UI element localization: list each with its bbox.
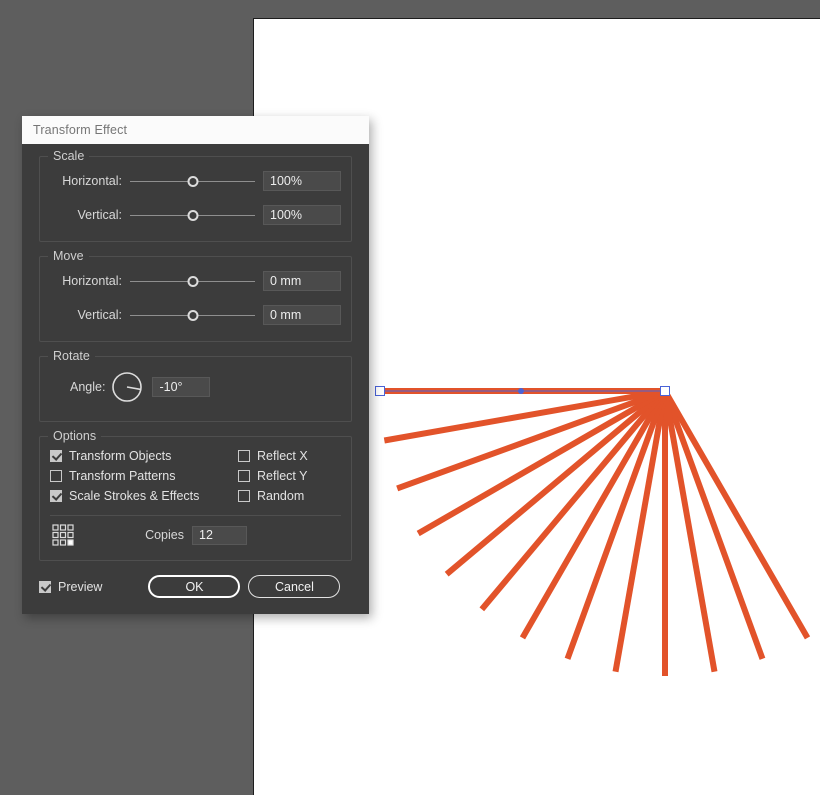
scale-group-label: Scale [48, 149, 90, 163]
checkbox-reflect-x-label: Reflect X [257, 449, 308, 463]
options-group-label: Options [48, 429, 102, 443]
rotate-group: Rotate Angle: -10° [39, 349, 352, 422]
scale-vertical-label: Vertical: [77, 208, 122, 222]
copies-row: Copies 12 [50, 518, 341, 552]
checkbox-scale-strokes-effects[interactable]: Scale Strokes & Effects [50, 489, 238, 503]
options-divider [50, 515, 341, 516]
checkbox-transform-patterns[interactable]: Transform Patterns [50, 469, 238, 483]
dialog-title: Transform Effect [33, 123, 128, 137]
slider-thumb[interactable] [187, 175, 198, 187]
reference-point-grid-icon[interactable] [52, 524, 74, 546]
checkbox-transform-patterns-label: Transform Patterns [69, 469, 176, 483]
transform-effect-dialog[interactable]: Transform Effect Scale Horizontal: 100% … [22, 116, 369, 614]
copies-input[interactable]: 12 [192, 525, 247, 545]
move-vertical-label: Vertical: [77, 308, 122, 322]
move-horizontal-label: Horizontal: [62, 274, 122, 288]
preview-checkbox[interactable]: Preview [39, 580, 102, 594]
rotate-angle-label: Angle: [70, 380, 106, 394]
checkbox-random[interactable]: Random [238, 489, 341, 503]
checkbox-reflect-x[interactable]: Reflect X [238, 449, 341, 463]
checkbox-transform-objects-label: Transform Objects [69, 449, 172, 463]
rotate-angle-input[interactable]: -10° [152, 377, 211, 397]
move-vertical-row: Vertical: 0 mm [50, 301, 341, 329]
checkbox-reflect-x-box-icon[interactable] [238, 450, 250, 462]
move-group: Move Horizontal: 0 mm Vertical: 0 mm [39, 249, 352, 342]
cancel-button[interactable]: Cancel [248, 575, 341, 598]
checkbox-transform-objects[interactable]: Transform Objects [50, 449, 238, 463]
dialog-footer: Preview OK Cancel [39, 575, 352, 598]
rotate-group-label: Rotate [48, 349, 95, 363]
angle-dial-icon[interactable] [111, 371, 143, 403]
checkbox-transform-patterns-box-icon[interactable] [50, 470, 62, 482]
options-checkbox-grid: Transform Objects Reflect X Transform Patt… [50, 449, 341, 503]
slider-thumb[interactable] [187, 309, 198, 321]
dialog-body: Scale Horizontal: 100% Vertical: 100% Mo… [22, 144, 369, 614]
copies-label: Copies [145, 528, 184, 542]
ok-button[interactable]: OK [148, 575, 241, 598]
options-group: Options Transform Objects Reflect X Transf… [39, 429, 352, 561]
move-horizontal-row: Horizontal: 0 mm [50, 267, 341, 295]
slider-thumb[interactable] [187, 209, 198, 221]
checkbox-scale-strokes-effects-box-icon[interactable] [50, 490, 62, 502]
rotate-angle-row: Angle: -10° [50, 365, 341, 409]
move-horizontal-slider[interactable] [130, 273, 255, 289]
move-horizontal-input[interactable]: 0 mm [263, 271, 341, 291]
scale-vertical-input[interactable]: 100% [263, 205, 341, 225]
slider-thumb[interactable] [187, 275, 198, 287]
checkbox-random-label: Random [257, 489, 305, 503]
checkbox-reflect-y-box-icon[interactable] [238, 470, 250, 482]
scale-group: Scale Horizontal: 100% Vertical: 100% [39, 149, 352, 242]
preview-check-icon[interactable] [39, 580, 51, 593]
checkbox-scale-strokes-effects-label: Scale Strokes & Effects [69, 489, 200, 503]
scale-vertical-slider[interactable] [130, 207, 255, 223]
checkbox-random-box-icon[interactable] [238, 490, 250, 502]
move-vertical-input[interactable]: 0 mm [263, 305, 341, 325]
scale-horizontal-slider[interactable] [130, 173, 255, 189]
preview-label: Preview [58, 579, 103, 594]
scale-vertical-row: Vertical: 100% [50, 201, 341, 229]
checkbox-reflect-y-label: Reflect Y [257, 469, 308, 483]
scale-horizontal-input[interactable]: 100% [263, 171, 341, 191]
dialog-titlebar[interactable]: Transform Effect [22, 116, 369, 144]
checkbox-reflect-y[interactable]: Reflect Y [238, 469, 341, 483]
checkbox-transform-objects-box-icon[interactable] [50, 450, 62, 462]
scale-horizontal-label: Horizontal: [62, 174, 122, 188]
move-vertical-slider[interactable] [130, 307, 255, 323]
scale-horizontal-row: Horizontal: 100% [50, 167, 341, 195]
move-group-label: Move [48, 249, 89, 263]
